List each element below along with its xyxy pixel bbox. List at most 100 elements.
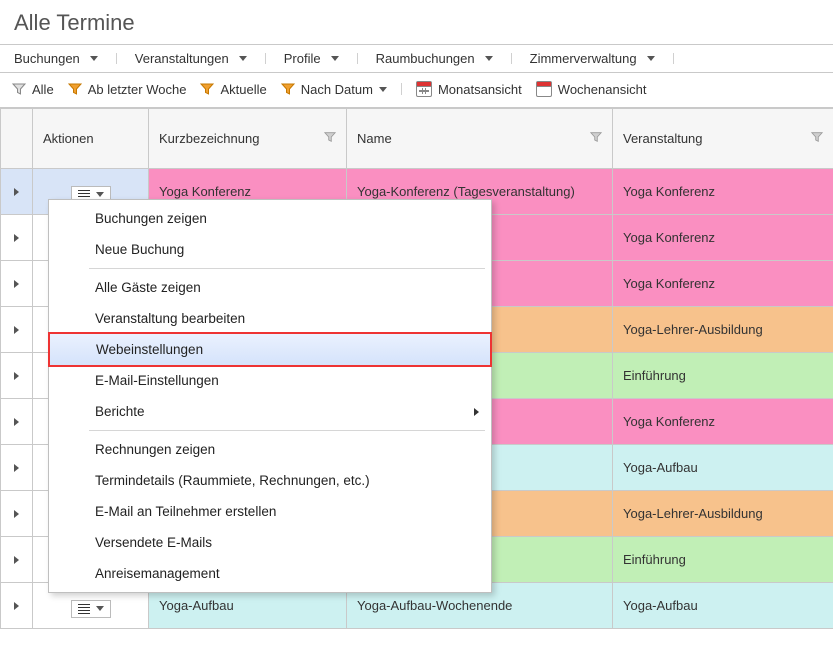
context-menu-item[interactable]: Neue Buchung	[49, 234, 491, 265]
chevron-down-icon	[239, 56, 247, 61]
col-name-header[interactable]: Name	[347, 109, 613, 169]
menu-veranstaltungen[interactable]: Veranstaltungen	[135, 51, 247, 66]
filter-ab-letzter-woche[interactable]: Ab letzter Woche	[68, 82, 187, 97]
cell-veranstaltung: Yoga-Aufbau	[613, 445, 833, 491]
expand-toggle[interactable]	[1, 169, 33, 215]
chevron-right-icon	[14, 418, 19, 426]
view-monatsansicht[interactable]: Monatsansicht	[416, 81, 522, 97]
menu-divider	[89, 430, 485, 431]
chevron-down-icon	[485, 56, 493, 61]
filter-nach-datum[interactable]: Nach Datum	[281, 82, 387, 97]
page-title: Alle Termine	[0, 0, 833, 44]
cell-veranstaltung: Einführung	[613, 537, 833, 583]
menu-label: Veranstaltungen	[135, 51, 229, 66]
chevron-right-icon	[14, 188, 19, 196]
filter-bar: Alle Ab letzter Woche Aktuelle Nach Datu…	[0, 73, 833, 108]
context-menu-item[interactable]: E-Mail an Teilnehmer erstellen	[49, 496, 491, 527]
menu-icon	[78, 604, 90, 615]
filter-label: Monatsansicht	[438, 82, 522, 97]
separator	[511, 53, 512, 64]
context-menu-item[interactable]: Alle Gäste zeigen	[49, 272, 491, 303]
col-label: Name	[357, 131, 392, 146]
cell-veranstaltung: Einführung	[613, 353, 833, 399]
funnel-icon[interactable]	[590, 131, 602, 146]
chevron-down-icon	[90, 56, 98, 61]
filter-label: Wochenansicht	[558, 82, 647, 97]
menu-divider	[89, 268, 485, 269]
funnel-icon[interactable]	[324, 131, 336, 146]
cell-veranstaltung: Yoga-Aufbau	[613, 583, 833, 629]
funnel-icon	[281, 82, 295, 96]
chevron-down-icon	[379, 87, 387, 92]
filter-label: Alle	[32, 82, 54, 97]
funnel-icon	[12, 82, 26, 96]
chevron-down-icon	[96, 192, 104, 197]
expand-toggle[interactable]	[1, 307, 33, 353]
chevron-right-icon	[14, 326, 19, 334]
calendar-month-icon	[416, 81, 432, 97]
col-veranstaltung-header[interactable]: Veranstaltung	[613, 109, 833, 169]
menu-label: Raumbuchungen	[376, 51, 475, 66]
chevron-right-icon	[14, 372, 19, 380]
chevron-right-icon	[14, 510, 19, 518]
cell-veranstaltung: Yoga Konferenz	[613, 169, 833, 215]
separator	[357, 53, 358, 64]
col-label: Aktionen	[43, 131, 94, 146]
context-menu-item[interactable]: Webeinstellungen	[49, 333, 491, 366]
row-context-menu[interactable]: Buchungen zeigenNeue Buchung Alle Gäste z…	[48, 199, 492, 593]
filter-label: Aktuelle	[220, 82, 266, 97]
expand-toggle[interactable]	[1, 537, 33, 583]
menu-zimmerverwaltung[interactable]: Zimmerverwaltung	[530, 51, 655, 66]
grid-wrap: Aktionen Kurzbezeichnung Name Veranstalt…	[0, 108, 833, 629]
cell-veranstaltung: Yoga Konferenz	[613, 261, 833, 307]
cell-veranstaltung: Yoga-Lehrer-Ausbildung	[613, 307, 833, 353]
calendar-week-icon	[536, 81, 552, 97]
context-menu-item[interactable]: Anreisemanagement	[49, 558, 491, 589]
context-menu-item[interactable]: Veranstaltung bearbeiten	[49, 303, 491, 334]
col-expand-header	[1, 109, 33, 169]
separator	[265, 53, 266, 64]
expand-toggle[interactable]	[1, 215, 33, 261]
expand-toggle[interactable]	[1, 353, 33, 399]
cell-veranstaltung: Yoga Konferenz	[613, 399, 833, 445]
filter-aktuelle[interactable]: Aktuelle	[200, 82, 266, 97]
filter-label: Nach Datum	[301, 82, 373, 97]
chevron-down-icon	[331, 56, 339, 61]
menu-label: Buchungen	[14, 51, 80, 66]
context-menu-item[interactable]: Berichte	[49, 396, 491, 427]
chevron-right-icon	[14, 464, 19, 472]
context-menu-item[interactable]: E-Mail-Einstellungen	[49, 365, 491, 396]
expand-toggle[interactable]	[1, 491, 33, 537]
view-wochenansicht[interactable]: Wochenansicht	[536, 81, 647, 97]
row-actions-button[interactable]	[71, 600, 111, 619]
expand-toggle[interactable]	[1, 583, 33, 629]
context-menu-item[interactable]: Versendete E-Mails	[49, 527, 491, 558]
main-menu: Buchungen Veranstaltungen Profile Raumbu…	[0, 44, 833, 73]
menu-buchungen[interactable]: Buchungen	[14, 51, 98, 66]
chevron-right-icon	[14, 602, 19, 610]
funnel-icon	[200, 82, 214, 96]
cell-veranstaltung: Yoga Konferenz	[613, 215, 833, 261]
filter-alle[interactable]: Alle	[12, 82, 54, 97]
menu-label: Profile	[284, 51, 321, 66]
menu-raumbuchungen[interactable]: Raumbuchungen	[376, 51, 493, 66]
separator	[673, 53, 674, 64]
chevron-down-icon	[96, 606, 104, 611]
chevron-right-icon	[14, 234, 19, 242]
menu-label: Zimmerverwaltung	[530, 51, 637, 66]
col-label: Kurzbezeichnung	[159, 131, 259, 146]
menu-profile[interactable]: Profile	[284, 51, 339, 66]
expand-toggle[interactable]	[1, 261, 33, 307]
context-menu-item[interactable]: Buchungen zeigen	[49, 203, 491, 234]
funnel-icon[interactable]	[811, 131, 823, 146]
filter-label: Ab letzter Woche	[88, 82, 187, 97]
context-menu-item[interactable]: Rechnungen zeigen	[49, 434, 491, 465]
context-menu-item[interactable]: Termindetails (Raummiete, Rechnungen, et…	[49, 465, 491, 496]
expand-toggle[interactable]	[1, 399, 33, 445]
chevron-right-icon	[14, 556, 19, 564]
col-kurzbezeichnung-header[interactable]: Kurzbezeichnung	[149, 109, 347, 169]
chevron-right-icon	[14, 280, 19, 288]
expand-toggle[interactable]	[1, 445, 33, 491]
col-aktionen-header[interactable]: Aktionen	[33, 109, 149, 169]
chevron-down-icon	[647, 56, 655, 61]
